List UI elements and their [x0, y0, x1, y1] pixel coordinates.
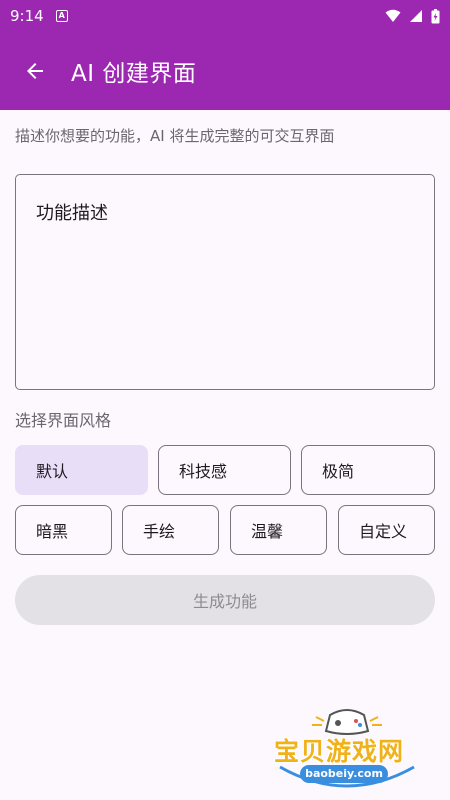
style-chip-dark[interactable]: 暗黑 — [15, 505, 112, 555]
style-chip-custom[interactable]: 自定义 — [338, 505, 435, 555]
style-chip-minimal[interactable]: 极简 — [301, 445, 435, 495]
style-chip-tech[interactable]: 科技感 — [158, 445, 291, 495]
wifi-icon — [385, 9, 401, 22]
page-title: AI 创建界面 — [71, 61, 197, 87]
arrow-back-icon — [27, 63, 43, 79]
description-field[interactable] — [15, 174, 435, 390]
style-section-label: 选择界面风格 — [15, 411, 112, 430]
watermark-url: baobeiy.com — [300, 765, 388, 783]
generate-button[interactable]: 生成功能 — [15, 575, 435, 625]
app-bar: AI 创建界面 — [0, 32, 450, 110]
description-input[interactable] — [16, 175, 434, 389]
status-time: 9:14 — [10, 7, 44, 25]
watermark-text: 宝贝游戏网 — [274, 737, 405, 766]
back-button[interactable] — [11, 47, 59, 95]
style-chip-handdrawn[interactable]: 手绘 — [122, 505, 219, 555]
watermark-logo: 宝贝游戏网 baobeiy.com — [272, 705, 422, 795]
notification-icon: A — [55, 10, 68, 22]
battery-icon — [431, 8, 440, 23]
signal-icon — [410, 10, 422, 22]
style-chip-default[interactable]: 默认 — [15, 445, 148, 495]
status-icons — [385, 8, 440, 24]
style-chip-warm[interactable]: 温馨 — [230, 505, 327, 555]
status-bar: 9:14 A — [0, 0, 450, 32]
hint-text: 描述你想要的功能，AI 将生成完整的可交互界面 — [15, 127, 335, 145]
